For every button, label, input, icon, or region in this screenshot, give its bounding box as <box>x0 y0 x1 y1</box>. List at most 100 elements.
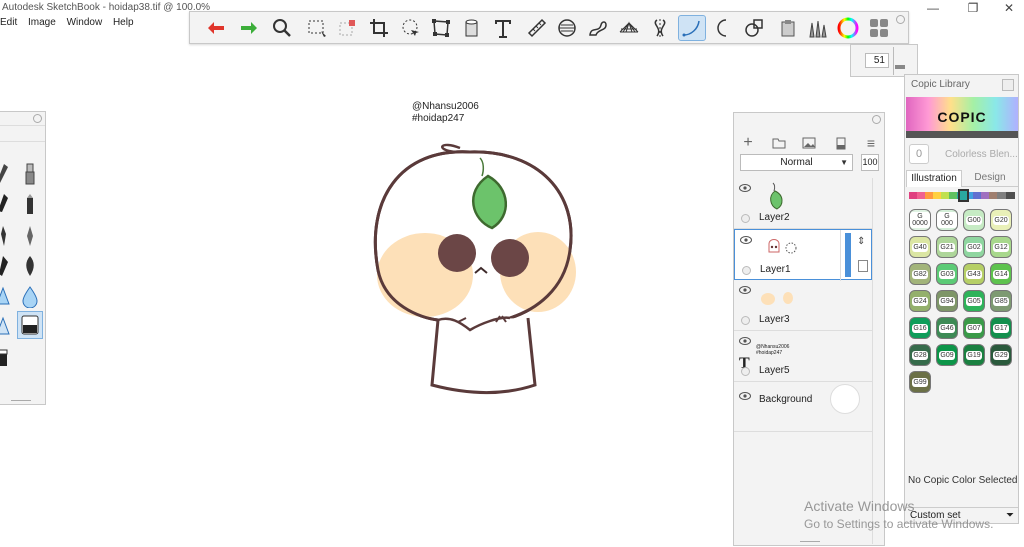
shape-icon[interactable] <box>740 15 768 41</box>
layer-menu-icon[interactable]: ≡ <box>861 133 881 153</box>
layer-editor-grip[interactable] <box>800 541 820 543</box>
menu-edit[interactable]: Edit <box>0 17 17 28</box>
reorder-icon[interactable]: ⇕ <box>857 236 865 247</box>
copic-swatch[interactable]: G 000 <box>936 209 958 231</box>
layer-lock-radio[interactable] <box>742 266 751 275</box>
layer-row[interactable]: Layer2 <box>734 178 872 229</box>
tab-design[interactable]: Design <box>962 170 1018 187</box>
toolbar-close-icon[interactable] <box>896 15 905 24</box>
paintbrush-icon[interactable] <box>17 222 43 250</box>
smudge-icon[interactable] <box>0 282 15 310</box>
brush-size-slider-thumb[interactable] <box>895 65 905 69</box>
pencil-brush-icon[interactable] <box>0 160 15 188</box>
copic-swatch[interactable]: G28 <box>909 344 931 366</box>
add-image-icon[interactable] <box>799 133 819 153</box>
ellipse-guide-icon[interactable] <box>553 15 581 41</box>
layer-row[interactable]: T @Nhansu2006 #hoidap247 Layer5 <box>734 331 872 382</box>
calligraphy-icon[interactable] <box>0 252 15 280</box>
redo-icon[interactable] <box>234 15 262 41</box>
copic-swatch[interactable]: G82 <box>909 263 931 285</box>
eraser-icon[interactable] <box>17 311 43 339</box>
copic-swatch[interactable]: G16 <box>909 317 931 339</box>
stroke-icon[interactable] <box>678 15 706 41</box>
copic-swatch[interactable]: G43 <box>963 263 985 285</box>
tab-illustration[interactable]: Illustration <box>906 170 962 187</box>
copic-swatch[interactable]: G94 <box>936 290 958 312</box>
close-button[interactable]: ✕ <box>994 0 1024 16</box>
menu-image[interactable]: Image <box>28 17 56 28</box>
brush-palette-close-icon[interactable] <box>33 114 42 123</box>
background-color-swatch[interactable] <box>830 384 860 414</box>
menu-help[interactable]: Help <box>113 17 134 28</box>
distort-icon[interactable] <box>427 15 455 41</box>
eye-icon[interactable] <box>739 286 751 294</box>
layer-lock-radio[interactable] <box>741 367 750 376</box>
french-curve-icon[interactable] <box>584 15 612 41</box>
minimize-button[interactable]: — <box>918 0 948 16</box>
undo-icon[interactable] <box>203 15 231 41</box>
layer-opacity-bar[interactable] <box>845 233 851 277</box>
copic-swatch[interactable]: G46 <box>936 317 958 339</box>
background-layer-row[interactable]: Background <box>734 382 872 432</box>
sharpen-icon[interactable] <box>0 312 15 340</box>
copic-swatch[interactable]: G 0000 <box>909 209 931 231</box>
copic-swatch[interactable]: G12 <box>990 236 1012 258</box>
ink-pen-icon[interactable] <box>0 222 15 250</box>
eye-icon[interactable] <box>740 236 752 244</box>
copic-swatch[interactable]: G99 <box>909 371 931 393</box>
symmetry-icon[interactable] <box>646 15 674 41</box>
eye-icon[interactable] <box>739 184 751 192</box>
brush-size-value[interactable]: 51 <box>865 53 889 68</box>
copic-close-icon[interactable] <box>1002 79 1014 91</box>
crop-icon[interactable] <box>365 15 393 41</box>
color-wheel-icon[interactable] <box>834 15 862 41</box>
brush-size-slider[interactable] <box>893 47 905 75</box>
layer-editor-close-icon[interactable] <box>872 115 881 124</box>
fill-icon[interactable] <box>458 15 486 41</box>
brush-library-icon[interactable] <box>803 15 831 41</box>
copic-swatch[interactable]: G14 <box>990 263 1012 285</box>
copic-swatch[interactable]: G17 <box>990 317 1012 339</box>
layer-scrollbar[interactable] <box>872 178 884 544</box>
marker-brush-icon[interactable] <box>0 190 15 218</box>
layer-lock-icon[interactable] <box>858 260 868 272</box>
hard-eraser-icon[interactable] <box>0 344 15 372</box>
layer-lock-radio[interactable] <box>741 316 750 325</box>
chisel-marker-icon[interactable] <box>17 190 43 218</box>
brush-palette-grip[interactable] <box>11 400 31 402</box>
copic-swatch[interactable]: G05 <box>963 290 985 312</box>
copic-swatch[interactable]: G24 <box>909 290 931 312</box>
add-group-icon[interactable] <box>769 133 789 153</box>
add-layer-icon[interactable]: + <box>738 133 758 153</box>
copic-swatch[interactable]: G29 <box>990 344 1012 366</box>
copic-swatch[interactable]: G19 <box>963 344 985 366</box>
rect-select-icon[interactable] <box>303 15 331 41</box>
colorless-blender-swatch[interactable]: 0 <box>909 144 929 164</box>
ellipse-icon[interactable] <box>709 15 737 41</box>
ruler-icon[interactable] <box>523 15 551 41</box>
layer-lock-radio[interactable] <box>741 214 750 223</box>
text-icon[interactable] <box>489 15 517 41</box>
blur-drop-icon[interactable] <box>17 282 43 310</box>
delete-layer-icon[interactable] <box>831 133 851 153</box>
copic-swatch[interactable]: G09 <box>936 344 958 366</box>
copic-swatch[interactable]: G00 <box>963 209 985 231</box>
copic-swatch[interactable]: G40 <box>909 236 931 258</box>
transform-icon[interactable] <box>333 15 361 41</box>
copic-swatch[interactable]: G85 <box>990 290 1012 312</box>
copic-swatch[interactable]: G20 <box>990 209 1012 231</box>
zoom-icon[interactable] <box>268 15 296 41</box>
layer-opacity-value[interactable]: 100 <box>861 154 879 171</box>
eye-icon[interactable] <box>739 392 751 400</box>
copic-swatch[interactable]: G07 <box>963 317 985 339</box>
blend-mode-select[interactable]: Normal ▼ <box>740 154 853 171</box>
copic-icon[interactable] <box>774 15 802 41</box>
copic-hue-selector[interactable] <box>958 189 969 202</box>
menu-window[interactable]: Window <box>67 17 103 28</box>
layer-row[interactable]: Layer3 <box>734 280 872 331</box>
canvas-artwork[interactable] <box>360 140 590 400</box>
copic-swatch[interactable]: G03 <box>936 263 958 285</box>
maximize-button[interactable]: ❐ <box>958 0 988 16</box>
perspective-icon[interactable] <box>615 15 643 41</box>
eye-icon[interactable] <box>739 337 751 345</box>
